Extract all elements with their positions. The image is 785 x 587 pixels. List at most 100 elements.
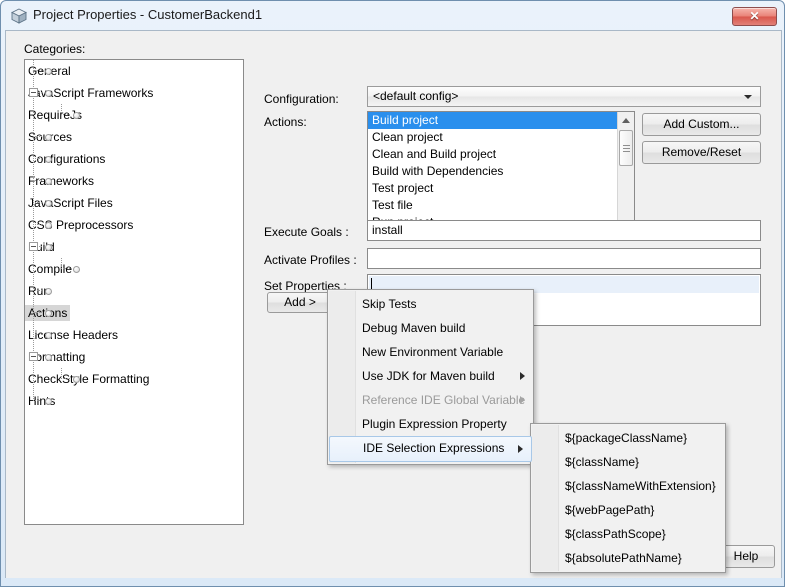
tree-line — [33, 324, 34, 346]
submenu-item-label: ${absolutePathName} — [565, 551, 682, 565]
chevron-down-icon — [744, 95, 752, 99]
execute-goals-input[interactable]: install — [367, 220, 761, 241]
remove-reset-button[interactable]: Remove/Reset — [642, 141, 761, 164]
menu-item-ide-selection-expressions[interactable]: IDE Selection Expressions — [329, 436, 532, 462]
tree-node-icon — [45, 178, 52, 185]
sidebar-item-sources[interactable]: Sources — [25, 126, 243, 148]
menu-item-label: Reference IDE Global Variable — [362, 393, 526, 407]
sidebar-item-formatting[interactable]: Formatting — [25, 346, 243, 368]
sidebar-item-build[interactable]: Build — [25, 236, 243, 258]
add-expression-button[interactable]: Add > — [267, 292, 333, 313]
submenu-item-label: ${className} — [565, 455, 640, 469]
tree-collapse-icon[interactable] — [29, 88, 38, 97]
sidebar-item-label: Hints — [28, 394, 56, 408]
action-list-item[interactable]: Clean project — [368, 129, 617, 146]
tree-line — [61, 378, 71, 379]
tree-node-icon — [45, 288, 52, 295]
tree-node-icon — [45, 222, 52, 229]
tree-node-icon — [45, 398, 52, 405]
menu-item-plugin-expression-property[interactable]: Plugin Expression Property — [328, 412, 533, 436]
sidebar-item-label: License Headers — [28, 328, 119, 342]
window-title: Project Properties - CustomerBackend1 — [33, 7, 263, 22]
sidebar-item-checkstyle-formatting[interactable]: CheckStyle Formatting — [25, 368, 243, 390]
tree-node-icon — [45, 90, 52, 97]
configuration-value: <default config> — [373, 89, 459, 103]
submenu-item-label: ${classPathScope} — [565, 527, 666, 541]
sidebar-item-label: CheckStyle Formatting — [28, 372, 150, 386]
submenu-item-expression[interactable]: ${packageClassName} — [531, 426, 725, 450]
sidebar-item-requirejs[interactable]: RequireJs — [25, 104, 243, 126]
menu-item-use-jdk-for-maven-build[interactable]: Use JDK for Maven build — [328, 364, 533, 388]
action-list-item[interactable]: Test project — [368, 180, 617, 197]
tree-line — [33, 400, 43, 401]
tree-node-icon — [45, 156, 52, 163]
tree-line — [33, 170, 34, 192]
submenu-item-expression[interactable]: ${absolutePathName} — [531, 546, 725, 570]
sidebar-item-license-headers[interactable]: License Headers — [25, 324, 243, 346]
tree-node-icon — [73, 112, 80, 119]
tree-line — [33, 158, 43, 159]
sidebar-item-frameworks[interactable]: Frameworks — [25, 170, 243, 192]
menu-item-label: IDE Selection Expressions — [363, 441, 505, 455]
tree-collapse-icon[interactable] — [29, 352, 38, 361]
sidebar-item-actions[interactable]: Actions — [25, 302, 243, 324]
categories-tree[interactable]: GeneralJavaScript FrameworksRequireJsSou… — [24, 59, 244, 525]
submenu-item-expression[interactable]: ${className} — [531, 450, 725, 474]
configuration-label: Configuration: — [264, 92, 339, 106]
action-list-item[interactable]: Clean and Build project — [368, 146, 617, 163]
actions-scrollbar[interactable] — [617, 112, 634, 230]
ide-selection-expressions-submenu[interactable]: ${packageClassName} ${className} ${classNa… — [530, 423, 726, 573]
menu-item-label: Plugin Expression Property — [362, 417, 507, 431]
activate-profiles-input[interactable] — [367, 248, 761, 269]
sidebar-item-label: JavaScript Files — [28, 196, 113, 210]
menu-item-new-environment-variable[interactable]: New Environment Variable — [328, 340, 533, 364]
tree-line — [33, 202, 43, 203]
sidebar-item-label: Frameworks — [28, 174, 95, 188]
sidebar-item-javascript-files[interactable]: JavaScript Files — [25, 192, 243, 214]
chevron-right-icon — [520, 372, 525, 380]
chevron-right-icon — [518, 445, 523, 453]
menu-item-skip-tests[interactable]: Skip Tests — [328, 292, 533, 316]
tree-line — [33, 60, 34, 82]
scroll-up-icon[interactable] — [618, 112, 634, 128]
execute-goals-value: install — [372, 223, 403, 237]
sidebar-item-run[interactable]: Run — [25, 280, 243, 302]
tree-collapse-icon[interactable] — [29, 242, 38, 251]
action-list-item[interactable]: Test file — [368, 197, 617, 214]
configuration-combobox[interactable]: <default config> — [367, 86, 761, 107]
sidebar-item-css-preprocessors[interactable]: CSS Preprocessors — [25, 214, 243, 236]
project-cube-icon — [11, 8, 27, 24]
tree-node-icon — [45, 354, 52, 361]
sidebar-item-javascript-frameworks[interactable]: JavaScript Frameworks — [25, 82, 243, 104]
actions-listbox[interactable]: Build project Clean project Clean and Buil… — [367, 111, 635, 231]
execute-goals-label: Execute Goals : — [264, 225, 349, 239]
sidebar-item-compile[interactable]: Compile — [25, 258, 243, 280]
scrollbar-thumb[interactable] — [619, 130, 633, 166]
tree-node-icon — [45, 134, 52, 141]
menu-item-debug-maven-build[interactable]: Debug Maven build — [328, 316, 533, 340]
sidebar-item-configurations[interactable]: Configurations — [25, 148, 243, 170]
submenu-item-expression[interactable]: ${webPagePath} — [531, 498, 725, 522]
tree-line — [33, 70, 43, 71]
submenu-item-label: ${webPagePath} — [565, 503, 655, 517]
tree-node-icon — [45, 68, 52, 75]
tree-line — [33, 180, 43, 181]
add-custom-button[interactable]: Add Custom... — [642, 113, 761, 136]
tree-line — [33, 148, 34, 170]
tree-line — [33, 302, 34, 324]
screen: Project Properties - CustomerBackend1 ✕ … — [0, 0, 785, 587]
tree-node-icon — [73, 266, 80, 273]
activate-profiles-label: Activate Profiles : — [264, 253, 357, 267]
sidebar-item-label: Configurations — [28, 152, 106, 166]
menu-item-label: Use JDK for Maven build — [362, 369, 495, 383]
tree-node-icon — [73, 376, 80, 383]
submenu-item-expression[interactable]: ${classPathScope} — [531, 522, 725, 546]
sidebar-item-general[interactable]: General — [25, 60, 243, 82]
close-button[interactable]: ✕ — [732, 7, 777, 26]
action-list-item[interactable]: Build project — [368, 112, 617, 129]
submenu-item-expression[interactable]: ${classNameWithExtension} — [531, 474, 725, 498]
action-list-item[interactable]: Build with Dependencies — [368, 163, 617, 180]
title-bar: Project Properties - CustomerBackend1 ✕ — [1, 1, 784, 30]
sidebar-item-hints[interactable]: Hints — [25, 390, 243, 412]
add-expression-menu[interactable]: Skip Tests Debug Maven build New Environme… — [327, 289, 534, 465]
